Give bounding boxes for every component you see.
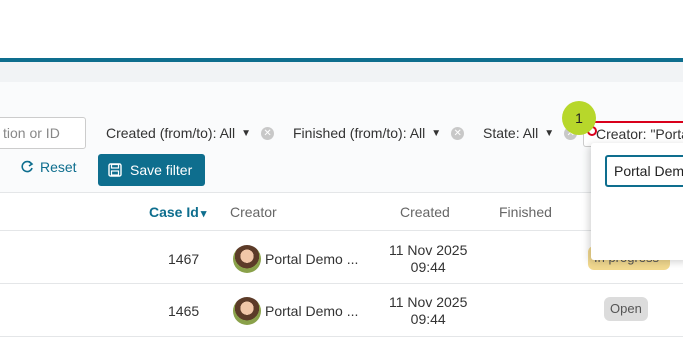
clear-circle-icon[interactable]: ✕ (451, 126, 465, 140)
finished-filter[interactable]: Finished (from/to): All ▼ ✕ (293, 125, 465, 141)
created-cell: 11 Nov 2025 09:44 (389, 242, 467, 276)
search-input[interactable] (0, 117, 86, 149)
case-id-cell: 1467 (168, 251, 200, 267)
table-row[interactable]: 1465 Portal Demo ... 11 Nov 2025 09:44 O… (0, 285, 683, 337)
caret-down-icon: ▼ (241, 127, 252, 139)
created-filter[interactable]: Created (from/to): All ▼ ✕ (106, 125, 275, 141)
created-filter-label: Created (from/to): All (106, 125, 236, 141)
column-header-case-id[interactable]: Case Id ▾ (149, 204, 206, 220)
created-cell: 11 Nov 2025 09:44 (389, 294, 467, 328)
column-header-creator[interactable]: Creator (230, 204, 277, 220)
finished-filter-label: Finished (from/to): All (293, 125, 426, 141)
sub-bar (0, 62, 683, 82)
creator-cell: Portal Demo ... (265, 303, 359, 319)
caret-down-icon: ▼ (431, 127, 442, 139)
annotation-badge: 1 (562, 101, 596, 135)
avatar (233, 245, 261, 273)
created-time: 09:44 (410, 311, 446, 327)
save-filter-label: Save filter (130, 162, 193, 178)
created-date: 11 Nov 2025 (389, 294, 468, 310)
creator-filter-popover: Portal Dem (591, 143, 683, 260)
case-id-header-label: Case Id (149, 204, 199, 220)
caret-down-icon: ▼ (544, 127, 555, 139)
state-filter[interactable]: State: All ▼ ✕ (483, 125, 578, 141)
top-bar (0, 0, 683, 58)
status-badge: Open (604, 297, 648, 321)
avatar (233, 297, 261, 325)
created-date: 11 Nov 2025 (389, 242, 468, 258)
state-filter-label: State: All (483, 125, 539, 141)
column-header-finished[interactable]: Finished (499, 204, 552, 220)
clear-circle-icon[interactable]: ✕ (261, 126, 275, 140)
save-filter-button[interactable]: Save filter (98, 154, 205, 186)
reset-label: Reset (40, 159, 77, 175)
creator-cell: Portal Demo ... (265, 251, 359, 267)
refresh-icon (21, 160, 34, 173)
creator-search-input[interactable]: Portal Dem (605, 155, 683, 187)
floppy-disk-icon (108, 163, 122, 177)
table-row[interactable]: 1467 Portal Demo ... 11 Nov 2025 09:44 I… (0, 232, 683, 284)
column-header-created[interactable]: Created (400, 204, 450, 220)
creator-filter-label: Creator: "Portal (596, 126, 683, 142)
table-header (0, 192, 683, 231)
reset-button[interactable]: Reset (20, 159, 77, 175)
created-time: 09:44 (410, 259, 446, 275)
chevron-down-icon: ▾ (200, 208, 207, 220)
case-id-cell: 1465 (168, 303, 200, 319)
